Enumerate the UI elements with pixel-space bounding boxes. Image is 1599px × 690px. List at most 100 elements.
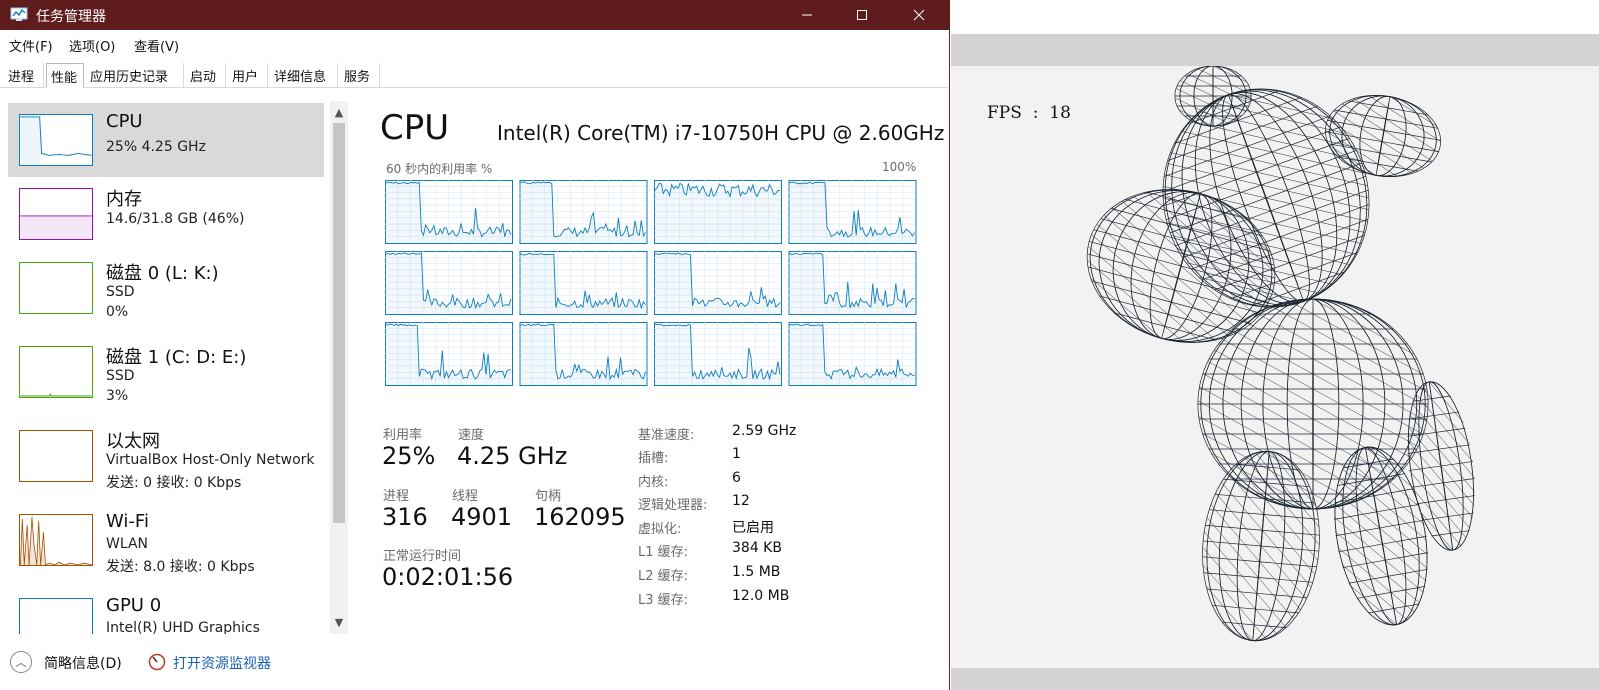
resource-title: 磁盘 1 (C: D: E:): [106, 347, 247, 368]
mesh-leg-right: [1321, 439, 1441, 633]
close-icon: [913, 9, 925, 21]
resource-line1: Intel(R) UHD Graphics: [106, 620, 260, 634]
spec-value: 1: [732, 446, 741, 462]
cpu-thumbnail: [19, 114, 93, 166]
fewer-details-link[interactable]: 简略信息(D): [44, 653, 122, 673]
spec-value: 384 KB: [732, 540, 782, 556]
menu-file[interactable]: 文件(F): [9, 36, 53, 55]
scroll-down-arrow-icon[interactable]: ▼: [330, 613, 348, 631]
resource-line1: SSD: [106, 284, 135, 300]
tab-users[interactable]: 用户: [228, 63, 268, 88]
spec-label: L2 缓存:: [638, 569, 689, 584]
uptime-label: 正常运行时间: [383, 549, 462, 564]
mesh-leg-left: [1199, 446, 1323, 646]
chevron-up-icon[interactable]: ︿: [10, 651, 32, 673]
utilization-value: 25%: [382, 442, 436, 470]
resource-wifi[interactable]: Wi-Fi WLAN 发送: 8.0 接收: 0 Kbps: [8, 503, 324, 577]
tab-services[interactable]: 服务: [340, 63, 380, 88]
render-canvas[interactable]: FPS : 18: [951, 66, 1599, 668]
logical-processor-graph: [519, 251, 648, 315]
title-bar[interactable]: 任务管理器: [0, 0, 950, 30]
spec-label: L1 缓存:: [638, 545, 689, 560]
resource-cpu[interactable]: CPU 25% 4.25 GHz: [8, 103, 324, 177]
tab-details[interactable]: 详细信息: [270, 63, 338, 88]
resource-title: 以太网: [106, 431, 160, 452]
resource-memory[interactable]: 内存 14.6/31.8 GB (46%): [8, 177, 324, 251]
maximize-icon: [857, 10, 867, 20]
tab-processes[interactable]: 进程: [4, 63, 44, 88]
mesh-viewer-window: FPS : 18: [951, 0, 1599, 690]
resource-line1: VirtualBox Host-Only Network: [106, 452, 315, 468]
memory-thumbnail: [19, 188, 93, 240]
logical-processor-graph: [654, 322, 782, 386]
logical-processor-graph: [788, 251, 917, 315]
close-button[interactable]: [896, 0, 942, 30]
logical-processor-graph: [519, 322, 648, 386]
resource-line2: 0%: [106, 304, 129, 320]
resource-line1: WLAN: [106, 536, 149, 552]
logical-processor-graph: [385, 180, 513, 244]
maximize-button[interactable]: [839, 0, 885, 30]
resource-line2: 发送: 0 接收: 0 Kbps: [106, 475, 242, 491]
disk1-thumbnail: [19, 346, 93, 398]
tab-startup[interactable]: 启动: [186, 63, 226, 88]
sidebar-scrollbar[interactable]: ▲ ▼: [330, 101, 348, 634]
ethernet-thumbnail: [19, 430, 93, 482]
wifi-thumbnail: [19, 514, 93, 566]
resource-monitor-icon: [148, 653, 166, 671]
utilization-label: 利用率: [383, 428, 423, 443]
task-manager-icon: [10, 7, 28, 21]
spec-label: 插槽:: [638, 451, 669, 466]
resource-disk-1[interactable]: 磁盘 1 (C: D: E:) SSD 3%: [8, 335, 324, 409]
logical-processor-graphs: [385, 180, 917, 386]
spec-value: 12: [732, 493, 750, 509]
spec-label: 基准速度:: [638, 428, 695, 443]
resource-line1: 14.6/31.8 GB (46%): [106, 211, 245, 227]
minimize-icon: [802, 14, 812, 16]
processes-value: 316: [382, 503, 428, 531]
wireframe-mesh[interactable]: [951, 66, 1599, 668]
menu-bar: 文件(F) 选项(O) 查看(V): [0, 32, 948, 56]
speed-value: 4.25 GHz: [457, 442, 568, 470]
spec-label: L3 缓存:: [638, 593, 689, 608]
spec-label: 逻辑处理器:: [638, 498, 708, 513]
minimize-button[interactable]: [784, 0, 830, 30]
spec-value: 2.59 GHz: [732, 423, 797, 439]
logical-processor-graph: [385, 251, 513, 315]
tab-app-history[interactable]: 应用历史记录: [86, 63, 184, 88]
fps-label: FPS: [987, 103, 1022, 123]
mesh-body: [1197, 298, 1429, 510]
uptime-value: 0:02:01:56: [382, 563, 514, 591]
scroll-up-arrow-icon[interactable]: ▲: [330, 103, 348, 121]
resource-title: 内存: [106, 189, 142, 210]
cpu-model-name: Intel(R) Core(TM) i7-10750H CPU @ 2.60GH…: [497, 121, 945, 145]
resource-line2: 3%: [106, 388, 129, 404]
spec-value: 6: [732, 470, 741, 486]
resource-disk-0[interactable]: 磁盘 0 (L: K:) SSD 0%: [8, 251, 324, 325]
spec-value: 已启用: [732, 520, 774, 536]
menu-view[interactable]: 查看(V): [134, 36, 179, 55]
logical-processor-graph: [654, 180, 782, 244]
processes-label: 进程: [383, 489, 410, 504]
fps-value: 18: [1049, 103, 1071, 123]
scroll-thumb[interactable]: [333, 123, 345, 523]
resource-line2: 发送: 8.0 接收: 0 Kbps: [106, 559, 255, 575]
spec-label: 内核:: [638, 475, 669, 490]
logical-processor-graph: [788, 180, 917, 244]
handles-value: 162095: [534, 503, 626, 531]
resource-ethernet[interactable]: 以太网 VirtualBox Host-Only Network 发送: 0 接…: [8, 419, 324, 493]
tab-performance[interactable]: 性能: [46, 63, 84, 88]
logical-processor-graph: [385, 322, 513, 386]
resource-gpu-0[interactable]: GPU 0 Intel(R) UHD Graphics: [8, 587, 324, 634]
open-resource-monitor-link[interactable]: 打开资源监视器: [173, 653, 271, 673]
gpu-thumbnail: [19, 598, 93, 634]
disk0-thumbnail: [19, 262, 93, 314]
viewer-toolbar: [951, 34, 1599, 66]
logical-processor-graph: [519, 180, 648, 244]
spec-value: 1.5 MB: [732, 564, 781, 580]
threads-label: 线程: [452, 489, 479, 504]
menu-options[interactable]: 选项(O): [69, 36, 115, 55]
speed-label: 速度: [458, 428, 485, 443]
page-title: CPU: [380, 108, 450, 148]
resource-line1: SSD: [106, 368, 135, 384]
